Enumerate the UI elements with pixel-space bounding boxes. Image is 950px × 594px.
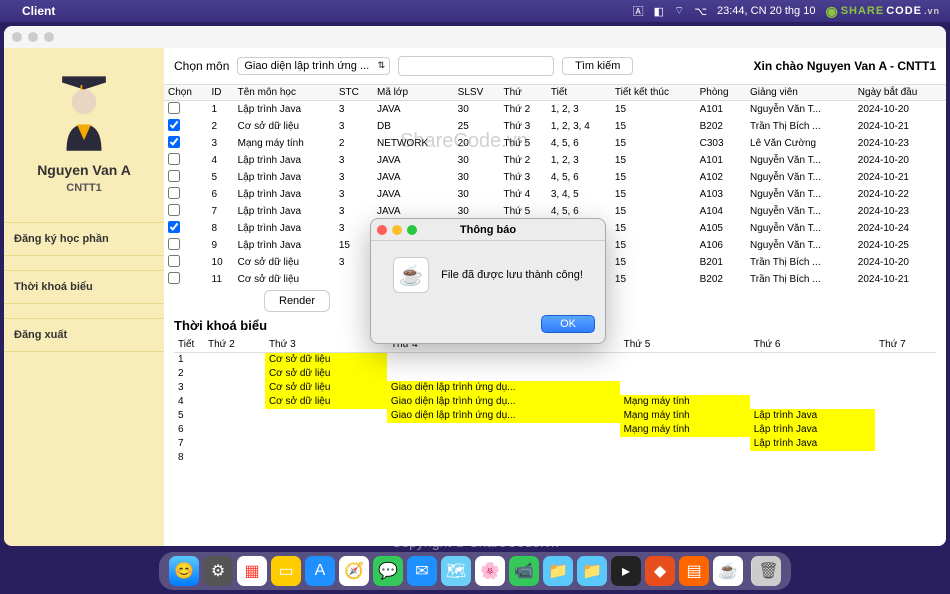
column-header[interactable]: Ngày bắt đầu bbox=[854, 85, 946, 101]
render-button[interactable]: Render bbox=[264, 290, 330, 312]
subject-select[interactable]: Giao diện lập trình ứng ... bbox=[237, 57, 390, 75]
trash-icon[interactable]: 🗑 bbox=[751, 556, 781, 586]
tt-row: 7Lập trình Java bbox=[174, 437, 936, 451]
maximize-icon[interactable] bbox=[407, 225, 417, 235]
dialog-title: Thông báo bbox=[371, 219, 605, 241]
tt-header: Thứ 6 bbox=[750, 337, 875, 353]
profile: Nguyen Van A CNTT1 bbox=[4, 48, 164, 208]
column-header[interactable]: Mã lớp bbox=[373, 85, 454, 101]
toolbar: Chọn môn Giao diện lập trình ứng ... Tìm… bbox=[164, 48, 946, 84]
sidebar-item-register[interactable]: Đăng ký học phần bbox=[4, 222, 164, 256]
student-name: Nguyen Van A bbox=[14, 162, 154, 178]
column-header[interactable]: STC bbox=[335, 85, 373, 101]
student-class: CNTT1 bbox=[14, 182, 154, 194]
table-row[interactable]: 3Mạng máy tính2NETWORK20Thứ 54, 5, 615C3… bbox=[164, 135, 946, 152]
calendar-icon[interactable]: ▦ bbox=[237, 556, 267, 586]
row-checkbox[interactable] bbox=[168, 187, 180, 199]
row-checkbox[interactable] bbox=[168, 272, 180, 284]
tt-row: 3Cơ sở dữ liệuGiao diện lập trình ứng dụ… bbox=[174, 381, 936, 395]
row-checkbox[interactable] bbox=[168, 255, 180, 267]
column-header[interactable]: Tiết kết thúc bbox=[611, 85, 696, 101]
minimize-icon[interactable] bbox=[392, 225, 402, 235]
tt-header: Thứ 3 bbox=[265, 337, 387, 353]
row-checkbox[interactable] bbox=[168, 102, 180, 114]
photos-icon[interactable]: 🌸 bbox=[475, 556, 505, 586]
sharecode-logo: ◉ SHARECODE.vn bbox=[825, 3, 940, 20]
row-checkbox[interactable] bbox=[168, 153, 180, 165]
mail-icon[interactable]: ✉ bbox=[407, 556, 437, 586]
alert-dialog: Thông báo ☕ File đã được lưu thành công!… bbox=[370, 218, 606, 344]
safari-icon[interactable]: 🧭 bbox=[339, 556, 369, 586]
tt-row: 6Mạng máy tínhLập trình Java bbox=[174, 423, 936, 437]
wifi-icon[interactable]: ⌔ bbox=[674, 4, 684, 18]
column-header[interactable]: Giảng viên bbox=[746, 85, 854, 101]
choose-label: Chọn môn bbox=[174, 59, 229, 73]
folder-icon[interactable]: 📁 bbox=[543, 556, 573, 586]
tt-row: 8 bbox=[174, 451, 936, 465]
sidebar-item-timetable[interactable]: Thời khoá biểu bbox=[4, 270, 164, 304]
tt-row: 2Cơ sở dữ liệu bbox=[174, 367, 936, 381]
messages-icon[interactable]: 💬 bbox=[373, 556, 403, 586]
menubar-app[interactable]: Client bbox=[22, 4, 55, 18]
dock: 😊 ⚙ ▦ ▭ A 🧭 💬 ✉ 🗺 🌸 📹 📁 📁 ▸ ◆ ▤ ☕ 🗑 bbox=[159, 552, 791, 590]
maps-icon[interactable]: 🗺 bbox=[441, 556, 471, 586]
notes-icon[interactable]: ▭ bbox=[271, 556, 301, 586]
sublime-icon[interactable]: ▤ bbox=[679, 556, 709, 586]
column-header[interactable]: Chọn bbox=[164, 85, 208, 101]
facetime-icon[interactable]: 📹 bbox=[509, 556, 539, 586]
minimize-icon[interactable] bbox=[28, 32, 38, 42]
table-row[interactable]: 4Lập trình Java3JAVA30Thứ 21, 2, 315A101… bbox=[164, 152, 946, 169]
column-header[interactable]: Phòng bbox=[696, 85, 746, 101]
ok-button[interactable]: OK bbox=[541, 315, 595, 333]
folder-icon[interactable]: 📁 bbox=[577, 556, 607, 586]
column-header[interactable]: ID bbox=[208, 85, 234, 101]
search-button[interactable]: Tìm kiếm bbox=[562, 57, 633, 75]
row-checkbox[interactable] bbox=[168, 170, 180, 182]
column-header[interactable]: Tên môn học bbox=[234, 85, 335, 101]
terminal-icon[interactable]: ▸ bbox=[611, 556, 641, 586]
close-icon[interactable] bbox=[12, 32, 22, 42]
tt-row: 5Giao diện lập trình ứng dụ...Mạng máy t… bbox=[174, 409, 936, 423]
settings-icon[interactable]: ⚙ bbox=[203, 556, 233, 586]
search-input[interactable] bbox=[398, 56, 554, 76]
sidebar-item-logout[interactable]: Đăng xuất bbox=[4, 318, 164, 352]
titlebar bbox=[4, 26, 946, 48]
table-row[interactable]: 6Lập trình Java3JAVA30Thứ 43, 4, 515A103… bbox=[164, 186, 946, 203]
tt-header: Thứ 7 bbox=[875, 337, 936, 353]
row-checkbox[interactable] bbox=[168, 238, 180, 250]
control-center-icon[interactable]: ⌥ bbox=[694, 5, 707, 18]
close-icon[interactable] bbox=[377, 225, 387, 235]
column-header[interactable]: Thứ bbox=[499, 85, 546, 101]
table-row[interactable]: 2Cơ sở dữ liệu3DB25Thứ 31, 2, 3, 415B202… bbox=[164, 118, 946, 135]
welcome-text: Xin chào Nguyen Van A - CNTT1 bbox=[754, 59, 936, 73]
java-icon[interactable]: ☕ bbox=[713, 556, 743, 586]
tt-row: 1Cơ sở dữ liệu bbox=[174, 353, 936, 367]
clock[interactable]: 23:44, CN 20 thg 10 bbox=[717, 5, 815, 17]
battery-icon[interactable]: ◧ bbox=[654, 5, 664, 18]
avatar bbox=[49, 62, 119, 152]
timetable: Thời khoá biểu TiếtThứ 2Thứ 3Thứ 4Thứ 5T… bbox=[164, 318, 946, 546]
menubar: Client 🄰 ◧ ⌔ ⌥ 23:44, CN 20 thg 10 ◉ SHA… bbox=[0, 0, 950, 22]
row-checkbox[interactable] bbox=[168, 204, 180, 216]
java-icon: ☕ bbox=[393, 257, 429, 293]
table-row[interactable]: 1Lập trình Java3JAVA30Thứ 21, 2, 315A101… bbox=[164, 101, 946, 119]
app-icon[interactable]: ◆ bbox=[645, 556, 675, 586]
finder-icon[interactable]: 😊 bbox=[169, 556, 199, 586]
input-menu-icon[interactable]: 🄰 bbox=[633, 3, 644, 19]
row-checkbox[interactable] bbox=[168, 221, 180, 233]
column-header[interactable]: Tiết bbox=[547, 85, 611, 101]
maximize-icon[interactable] bbox=[44, 32, 54, 42]
tt-row: 4Cơ sở dữ liệuGiao diện lập trình ứng dụ… bbox=[174, 395, 936, 409]
tt-header: Thứ 5 bbox=[620, 337, 750, 353]
tt-header: Thứ 2 bbox=[204, 337, 265, 353]
row-checkbox[interactable] bbox=[168, 136, 180, 148]
table-row[interactable]: 5Lập trình Java3JAVA30Thứ 34, 5, 615A102… bbox=[164, 169, 946, 186]
column-header[interactable]: SLSV bbox=[454, 85, 500, 101]
sidebar: Nguyen Van A CNTT1 Đăng ký học phần Thời… bbox=[4, 48, 164, 546]
tt-header: Tiết bbox=[174, 337, 204, 353]
dialog-message: File đã được lưu thành công! bbox=[441, 269, 583, 281]
appstore-icon[interactable]: A bbox=[305, 556, 335, 586]
row-checkbox[interactable] bbox=[168, 119, 180, 131]
